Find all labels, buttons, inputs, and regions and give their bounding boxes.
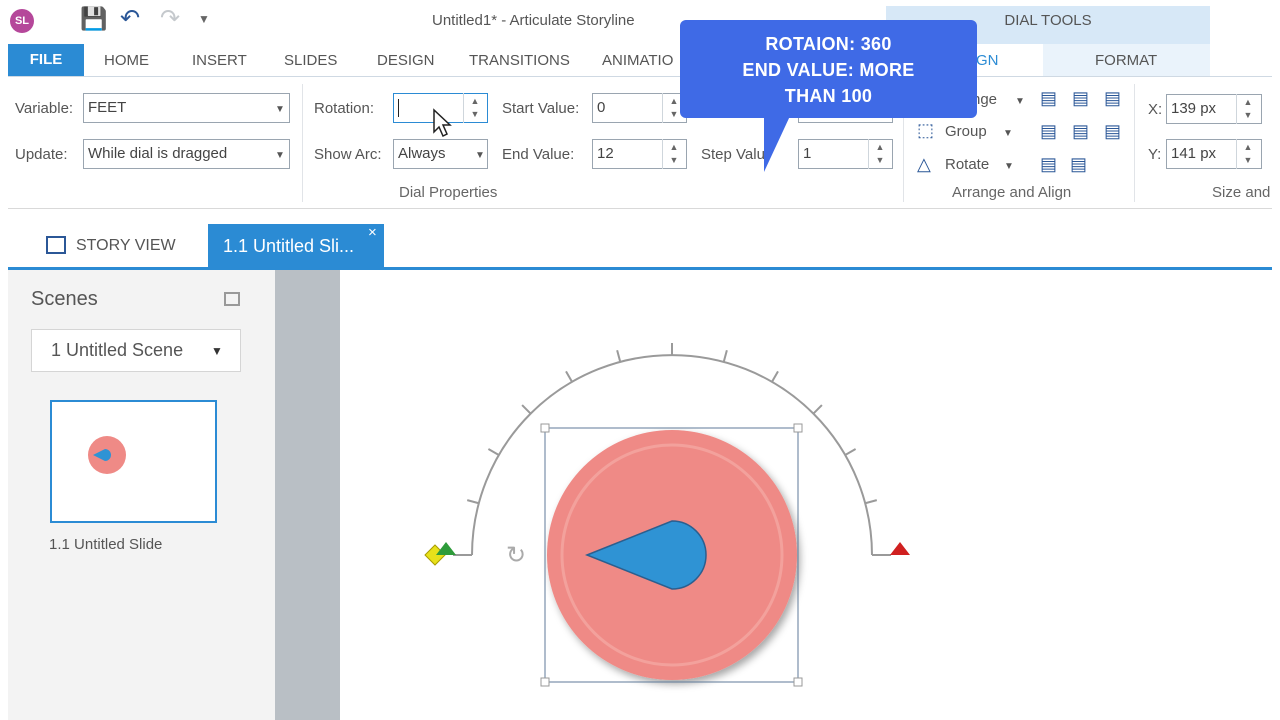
y-label: Y: — [1148, 146, 1162, 163]
align-top-icon[interactable]: ▤ — [1040, 121, 1057, 142]
callout-line-3: THAN 100 — [784, 86, 873, 106]
dial-tick — [565, 370, 573, 383]
update-label: Update: — [15, 146, 68, 163]
scene-select-value: 1 Untitled Scene — [51, 340, 184, 360]
align-middle-icon[interactable]: ▤ — [1072, 121, 1089, 142]
slide-thumbnail[interactable] — [50, 400, 217, 523]
story-view-icon — [46, 236, 66, 254]
show-arc-select[interactable]: Always — [393, 139, 488, 169]
tab-animations[interactable]: ANIMATIO — [602, 52, 673, 69]
arrange-group-label: Arrange and Align — [952, 184, 1072, 201]
rotate-button[interactable]: Rotate — [945, 156, 989, 173]
callout-line-2: END VALUE: MORE — [742, 60, 915, 80]
chevron-down-icon: ▼ — [1015, 96, 1025, 107]
mouse-cursor-icon — [433, 108, 452, 138]
tab-file[interactable]: FILE — [8, 44, 84, 76]
dial-tick — [844, 448, 857, 456]
close-icon[interactable]: × — [368, 224, 377, 241]
distribute-vertical-icon[interactable]: ▤ — [1040, 154, 1057, 175]
dial-tick — [487, 448, 500, 456]
dial-tick — [864, 499, 878, 505]
align-center-icon[interactable]: ▤ — [1072, 88, 1089, 109]
chevron-down-icon: ▼ — [211, 344, 223, 358]
save-icon[interactable]: 💾 — [80, 6, 107, 32]
step-value-spinner[interactable]: ▲ ▼ — [868, 139, 892, 169]
y-spinner[interactable]: ▲ ▼ — [1236, 139, 1260, 169]
slide-tab-label: 1.1 Untitled Sli... — [223, 236, 355, 256]
tab-format[interactable]: FORMAT — [1095, 52, 1157, 69]
dial-tick — [812, 404, 823, 415]
resize-handle[interactable] — [793, 423, 803, 433]
redo-icon[interactable]: ↷ — [160, 4, 180, 33]
dial-tick — [466, 499, 480, 505]
step-value-label: Step Valu — [701, 146, 765, 163]
end-value-spinner[interactable]: ▲ ▼ — [662, 139, 686, 169]
restore-icon[interactable] — [224, 292, 240, 306]
group-icon: ⬚ — [917, 120, 935, 140]
dial-properties-group-label: Dial Properties — [399, 184, 498, 201]
group-button[interactable]: Group — [945, 123, 987, 140]
tab-home[interactable]: HOME — [104, 52, 149, 69]
rotate-icon: △ — [917, 154, 931, 174]
scene-select[interactable]: 1 Untitled Scene ▼ — [31, 329, 241, 372]
story-view-label: STORY VIEW — [76, 237, 176, 254]
app-logo: SL — [10, 9, 34, 33]
window-title: Untitled1* - Articulate Storyline — [432, 12, 635, 29]
customize-qat-icon[interactable]: ▼ — [198, 12, 210, 26]
slide-label: 1.1 Untitled Slide — [49, 536, 163, 553]
align-left-icon[interactable]: ▤ — [1040, 88, 1057, 109]
variable-label: Variable: — [15, 100, 74, 117]
end-marker-icon[interactable] — [890, 542, 910, 555]
start-value-label: Start Value: — [502, 100, 580, 117]
dial-stage: ↻ — [424, 343, 910, 687]
resize-handle[interactable] — [540, 423, 550, 433]
update-select[interactable]: While dial is dragged — [83, 139, 290, 169]
end-value-label: End Value: — [502, 146, 575, 163]
chevron-down-icon: ▼ — [1003, 128, 1013, 139]
dial-tick — [722, 349, 728, 363]
rotation-spinner[interactable]: ▲ ▼ — [463, 93, 487, 123]
show-arc-label: Show Arc: — [314, 146, 382, 163]
tab-design[interactable]: DESIGN — [377, 52, 435, 69]
distribute-horizontal-icon[interactable]: ▤ — [1070, 154, 1087, 175]
slide-tab[interactable]: 1.1 Untitled Sli... × — [208, 224, 384, 268]
tab-transitions[interactable]: TRANSITIONS — [469, 52, 570, 69]
rotation-label: Rotation: — [314, 100, 375, 117]
chevron-down-icon: ▼ — [475, 150, 485, 161]
x-spinner[interactable]: ▲ ▼ — [1236, 94, 1260, 124]
resize-handle[interactable] — [540, 677, 550, 687]
annotation-callout: ROTAION: 360 END VALUE: MORE THAN 100 — [680, 20, 977, 118]
size-group-label: Size and — [1212, 184, 1271, 201]
scenes-title: Scenes — [31, 288, 98, 310]
rotate-handle-icon[interactable]: ↻ — [506, 541, 526, 569]
dial-tick — [521, 404, 532, 415]
resize-handle[interactable] — [793, 677, 803, 687]
callout-tail — [764, 116, 790, 172]
canvas-gutter — [275, 270, 340, 720]
callout-line-1: ROTAION: 360 — [765, 34, 892, 54]
dial-tick — [616, 349, 622, 363]
x-label: X: — [1148, 101, 1163, 118]
chevron-down-icon: ▼ — [275, 104, 285, 115]
align-right-icon[interactable]: ▤ — [1104, 88, 1121, 109]
text-cursor — [398, 99, 399, 117]
dial-tick — [771, 370, 779, 383]
undo-icon[interactable]: ↶ — [120, 4, 140, 33]
tab-dial-design[interactable]: GN — [976, 52, 999, 69]
variable-select[interactable]: FEET — [83, 93, 290, 123]
divider — [1134, 84, 1135, 202]
story-view-tab[interactable]: STORY VIEW — [30, 224, 208, 268]
tab-slides[interactable]: SLIDES — [284, 52, 337, 69]
chevron-down-icon: ▼ — [275, 150, 285, 161]
tab-insert[interactable]: INSERT — [192, 52, 247, 69]
chevron-down-icon: ▼ — [1004, 161, 1014, 172]
divider — [302, 84, 303, 202]
align-bottom-icon[interactable]: ▤ — [1104, 121, 1121, 142]
thumbnail-dial — [88, 436, 126, 474]
